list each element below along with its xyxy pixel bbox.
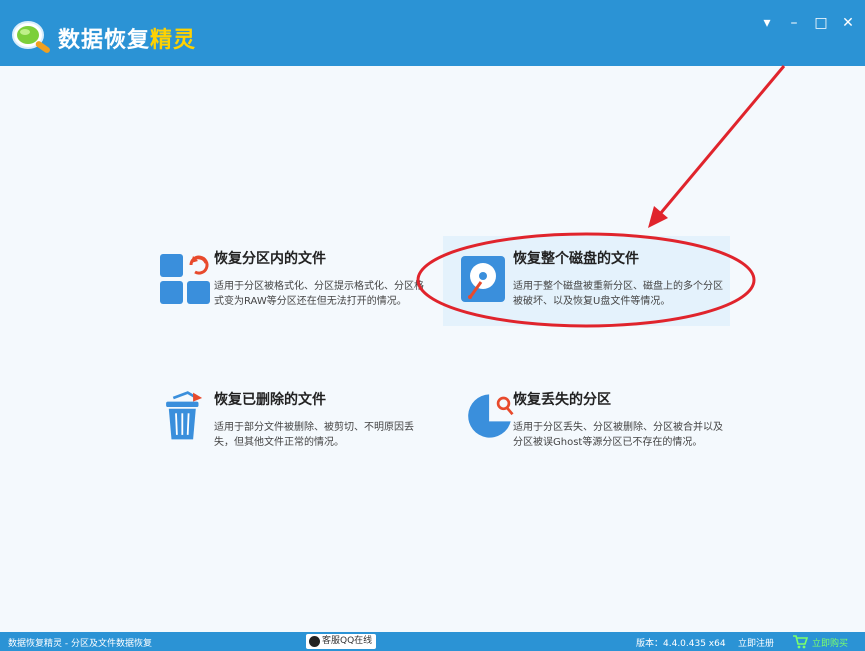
app-title-accent: 精灵 (150, 28, 197, 53)
card-description: 适用于分区被格式化、分区提示格式化、分区格式变为RAW等分区还在但无法打开的情况… (214, 281, 424, 307)
minimize-button[interactable]: – (783, 13, 805, 33)
qq-support-button[interactable]: 客服QQ在线 (306, 634, 376, 649)
annotation-arrow-line (658, 65, 786, 215)
card-title: 恢复已删除的文件 (214, 392, 326, 408)
red-annotation-overlay (416, 65, 786, 328)
card-description: 适用于分区丢失、分区被删除、分区被合并以及分区被误Ghost等源分区已不存在的情… (513, 422, 723, 448)
card-recover-lost-partition[interactable]: 恢复丢失的分区 适用于分区丢失、分区被删除、分区被合并以及分区被误Ghost等源… (457, 389, 727, 459)
buy-link[interactable]: 立即购买 (812, 636, 848, 649)
card-title: 恢复分区内的文件 (214, 251, 326, 267)
menu-dropdown-button[interactable]: ▾ (756, 13, 778, 33)
version-label: 版本：4.4.0.435 x64 (636, 639, 726, 649)
qq-support-label: 客服QQ在线 (322, 636, 373, 646)
app-title-main: 数据恢复 (58, 28, 151, 53)
card-recover-disk-files[interactable]: 恢复整个磁盘的文件 适用于整个磁盘被重新分区、磁盘上的多个分区被破坏、以及恢复U… (457, 248, 727, 318)
app-window: 数据恢复精灵 ▾ – □ ✕ 恢复分区内的文件 适用于分区被格式化、分区提示格式… (0, 0, 865, 651)
qq-penguin-icon (309, 636, 320, 647)
register-link[interactable]: 立即注册 (738, 636, 774, 649)
app-title: 数据恢复精灵 (58, 22, 196, 54)
status-bar: 数据恢复精灵 - 分区及文件数据恢复 客服QQ在线 版本：4.4.0.435 x… (0, 632, 865, 651)
recycle-bin-icon (166, 391, 203, 440)
status-app-info: 数据恢复精灵 - 分区及文件数据恢复 (8, 639, 152, 649)
lost-partition-icon (468, 394, 514, 438)
shopping-cart-icon[interactable] (792, 634, 808, 649)
title-bar[interactable]: 数据恢复精灵 ▾ – □ ✕ (0, 0, 865, 66)
close-button[interactable]: ✕ (837, 13, 859, 33)
card-description: 适用于整个磁盘被重新分区、磁盘上的多个分区被破坏、以及恢复U盘文件等情况。 (513, 281, 723, 307)
card-description: 适用于部分文件被删除、被剪切、不明原因丢失，但其他文件正常的情况。 (214, 422, 414, 448)
hard-disk-icon (461, 256, 505, 302)
magnifier-logo-icon (12, 21, 50, 53)
partition-files-icon (160, 254, 210, 304)
maximize-button[interactable]: □ (810, 13, 832, 33)
annotation-arrow-head (648, 206, 668, 228)
card-recover-deleted-files[interactable]: 恢复已删除的文件 适用于部分文件被删除、被剪切、不明原因丢失，但其他文件正常的情… (158, 389, 428, 459)
card-recover-partition-files[interactable]: 恢复分区内的文件 适用于分区被格式化、分区提示格式化、分区格式变为RAW等分区还… (158, 248, 428, 318)
card-title: 恢复整个磁盘的文件 (513, 251, 639, 267)
card-title: 恢复丢失的分区 (513, 392, 611, 408)
